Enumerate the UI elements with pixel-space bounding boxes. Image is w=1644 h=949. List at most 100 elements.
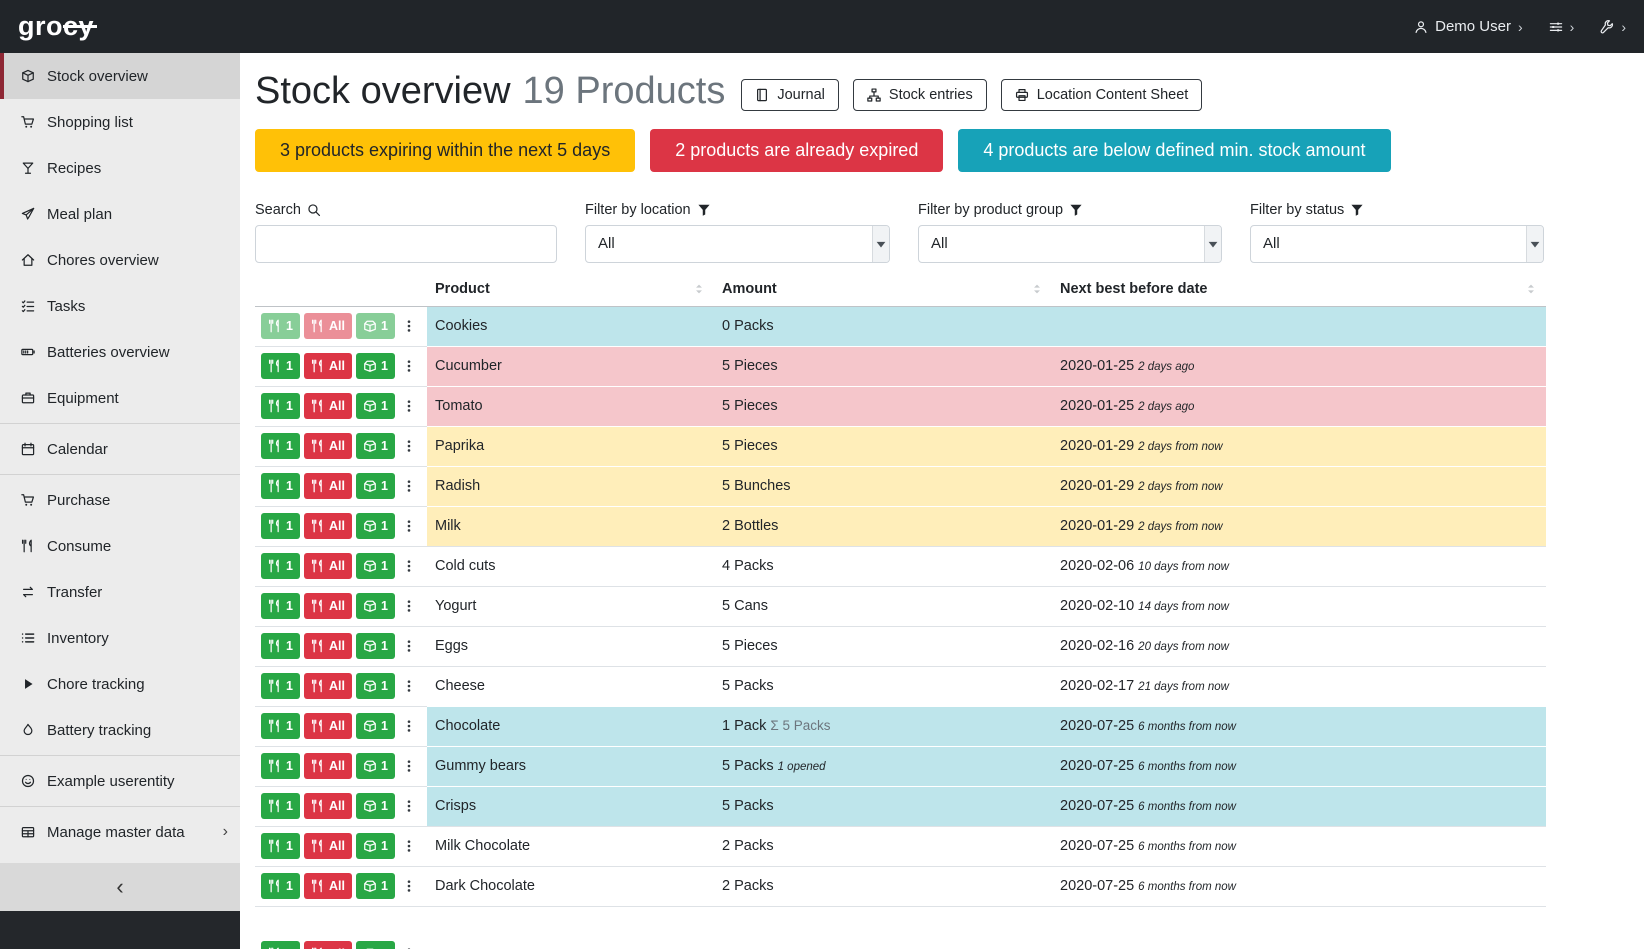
open-one-button[interactable]: 1 [356,873,395,899]
sidebar-item-manage-master-data[interactable]: Manage master data› [0,809,240,855]
consume-all-button[interactable]: All [304,753,352,779]
open-one-button[interactable]: 1 [356,593,395,619]
quick-settings-button[interactable]: › [1549,20,1575,34]
sidebar-item-inventory[interactable]: Inventory [0,615,240,661]
open-one-button[interactable]: 1 [356,473,395,499]
consume-one-button[interactable]: 1 [261,593,300,619]
column-header-amount[interactable]: Amount [714,277,1052,307]
open-one-button[interactable]: 1 [356,393,395,419]
row-menu-button[interactable] [399,793,419,819]
sort-icon[interactable] [692,282,706,296]
sidebar-item-equipment[interactable]: Equipment [0,375,240,421]
consume-all-button[interactable]: All [304,513,352,539]
app-logo[interactable]: grocy [18,11,96,42]
open-one-button[interactable]: 1 [356,353,395,379]
location-filter-select[interactable]: All [585,225,890,263]
row-menu-button[interactable] [399,433,419,459]
sidebar-item-consume[interactable]: Consume [0,523,240,569]
sidebar-item-stock-overview[interactable]: Stock overview [0,53,240,99]
sort-icon[interactable] [1524,282,1538,296]
consume-all-button[interactable]: All [304,473,352,499]
row-menu-button[interactable] [399,941,419,949]
consume-all-button[interactable]: All [304,713,352,739]
consume-one-button[interactable]: 1 [261,553,300,579]
consume-one-button[interactable]: 1 [261,673,300,699]
consume-one-button[interactable]: 1 [261,873,300,899]
sidebar-item-batteries-overview[interactable]: Batteries overview [0,329,240,375]
consume-all-button[interactable]: All [304,941,352,949]
consume-all-button[interactable]: All [304,793,352,819]
product-group-filter-select[interactable]: All [918,225,1222,263]
row-menu-button[interactable] [399,313,419,339]
sidebar-item-chores-overview[interactable]: Chores overview [0,237,240,283]
location-content-sheet-button[interactable]: Location Content Sheet [1001,79,1203,111]
consume-one-button[interactable]: 1 [261,793,300,819]
consume-one-button[interactable]: 1 [261,941,300,949]
consume-all-button[interactable]: All [304,633,352,659]
alert-info[interactable]: 4 products are below defined min. stock … [958,129,1390,172]
row-menu-button[interactable] [399,753,419,779]
row-menu-button[interactable] [399,873,419,899]
row-menu-button[interactable] [399,713,419,739]
sidebar-item-battery-tracking[interactable]: Battery tracking [0,707,240,753]
row-menu-button[interactable] [399,353,419,379]
sidebar-item-transfer[interactable]: Transfer [0,569,240,615]
row-menu-button[interactable] [399,633,419,659]
row-menu-button[interactable] [399,833,419,859]
open-one-button[interactable]: 1 [356,513,395,539]
row-menu-button[interactable] [399,393,419,419]
consume-one-button[interactable]: 1 [261,433,300,459]
admin-menu-button[interactable]: › [1600,20,1626,34]
column-header-product[interactable]: Product [427,277,714,307]
open-one-button[interactable]: 1 [356,433,395,459]
consume-one-button[interactable]: 1 [261,353,300,379]
journal-button[interactable]: Journal [741,79,839,111]
consume-one-button[interactable]: 1 [261,713,300,739]
search-input[interactable] [255,225,557,263]
consume-one-button[interactable]: 1 [261,393,300,419]
open-one-button[interactable]: 1 [356,753,395,779]
status-filter-select[interactable]: All [1250,225,1544,263]
consume-one-button[interactable]: 1 [261,753,300,779]
open-one-button[interactable]: 1 [356,713,395,739]
open-one-button[interactable]: 1 [356,313,395,339]
sidebar-item-chore-tracking[interactable]: Chore tracking [0,661,240,707]
row-menu-button[interactable] [399,593,419,619]
row-menu-button[interactable] [399,473,419,499]
stock-entries-button[interactable]: Stock entries [853,79,987,111]
sidebar-item-example-userentity[interactable]: Example userentity [0,758,240,804]
consume-all-button[interactable]: All [304,433,352,459]
consume-all-button[interactable]: All [304,673,352,699]
consume-all-button[interactable]: All [304,833,352,859]
consume-one-button[interactable]: 1 [261,833,300,859]
consume-all-button[interactable]: All [304,553,352,579]
open-one-button[interactable]: 1 [356,833,395,859]
consume-one-button[interactable]: 1 [261,513,300,539]
sidebar-item-shopping-list[interactable]: Shopping list [0,99,240,145]
consume-one-button[interactable]: 1 [261,313,300,339]
consume-one-button[interactable]: 1 [261,633,300,659]
open-one-button[interactable]: 1 [356,941,395,949]
column-header-best-before[interactable]: Next best before date [1052,277,1546,307]
row-menu-button[interactable] [399,673,419,699]
consume-all-button[interactable]: All [304,873,352,899]
sidebar-item-meal-plan[interactable]: Meal plan [0,191,240,237]
consume-all-button[interactable]: All [304,353,352,379]
alert-warning[interactable]: 3 products expiring within the next 5 da… [255,129,635,172]
sort-icon[interactable] [1030,282,1044,296]
sidebar-item-calendar[interactable]: Calendar [0,426,240,472]
open-one-button[interactable]: 1 [356,673,395,699]
alert-danger[interactable]: 2 products are already expired [650,129,943,172]
sidebar-item-recipes[interactable]: Recipes [0,145,240,191]
consume-all-button[interactable]: All [304,313,352,339]
consume-one-button[interactable]: 1 [261,473,300,499]
open-one-button[interactable]: 1 [356,633,395,659]
sidebar-item-tasks[interactable]: Tasks [0,283,240,329]
row-menu-button[interactable] [399,513,419,539]
sidebar-collapse-button[interactable]: ‹ [0,863,240,911]
sidebar-item-purchase[interactable]: Purchase [0,477,240,523]
row-menu-button[interactable] [399,553,419,579]
consume-all-button[interactable]: All [304,593,352,619]
user-menu-button[interactable]: Demo User › [1414,18,1523,35]
open-one-button[interactable]: 1 [356,793,395,819]
